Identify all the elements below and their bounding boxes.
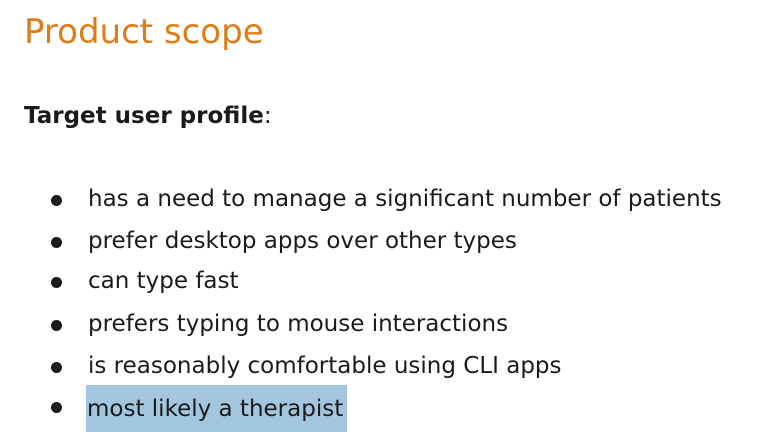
bullet-icon: [51, 402, 62, 413]
list-item-text: is reasonably comfortable using CLI apps: [88, 353, 562, 379]
bullet-icon: [51, 320, 62, 331]
list-item: can type fast: [0, 261, 766, 301]
list-item: is reasonably comfortable using CLI apps: [0, 346, 766, 386]
bullet-icon: [51, 277, 62, 288]
list-item: prefers typing to mouse interactions: [0, 304, 766, 344]
list-item-text: prefer desktop apps over other types: [88, 228, 517, 254]
bullet-icon: [51, 237, 62, 248]
section-title: Product scope: [24, 12, 264, 52]
list-item: prefer desktop apps over other types: [0, 221, 766, 261]
bullet-icon: [51, 195, 62, 206]
list-item: most likely a therapist: [0, 385, 766, 432]
list-item-text: can type fast: [88, 268, 239, 294]
bullet-icon: [51, 362, 62, 373]
list-item-text: prefers typing to mouse interactions: [88, 311, 509, 337]
target-user-profile-label: Target user profile: [24, 103, 264, 129]
target-user-profile-heading: Target user profile:: [24, 99, 272, 133]
list-item-text-highlighted: most likely a therapist: [86, 385, 348, 432]
list-item: has a need to manage a significant numbe…: [0, 179, 766, 219]
list-item-text: has a need to manage a significant numbe…: [88, 186, 722, 212]
target-user-profile-colon: :: [263, 103, 272, 129]
